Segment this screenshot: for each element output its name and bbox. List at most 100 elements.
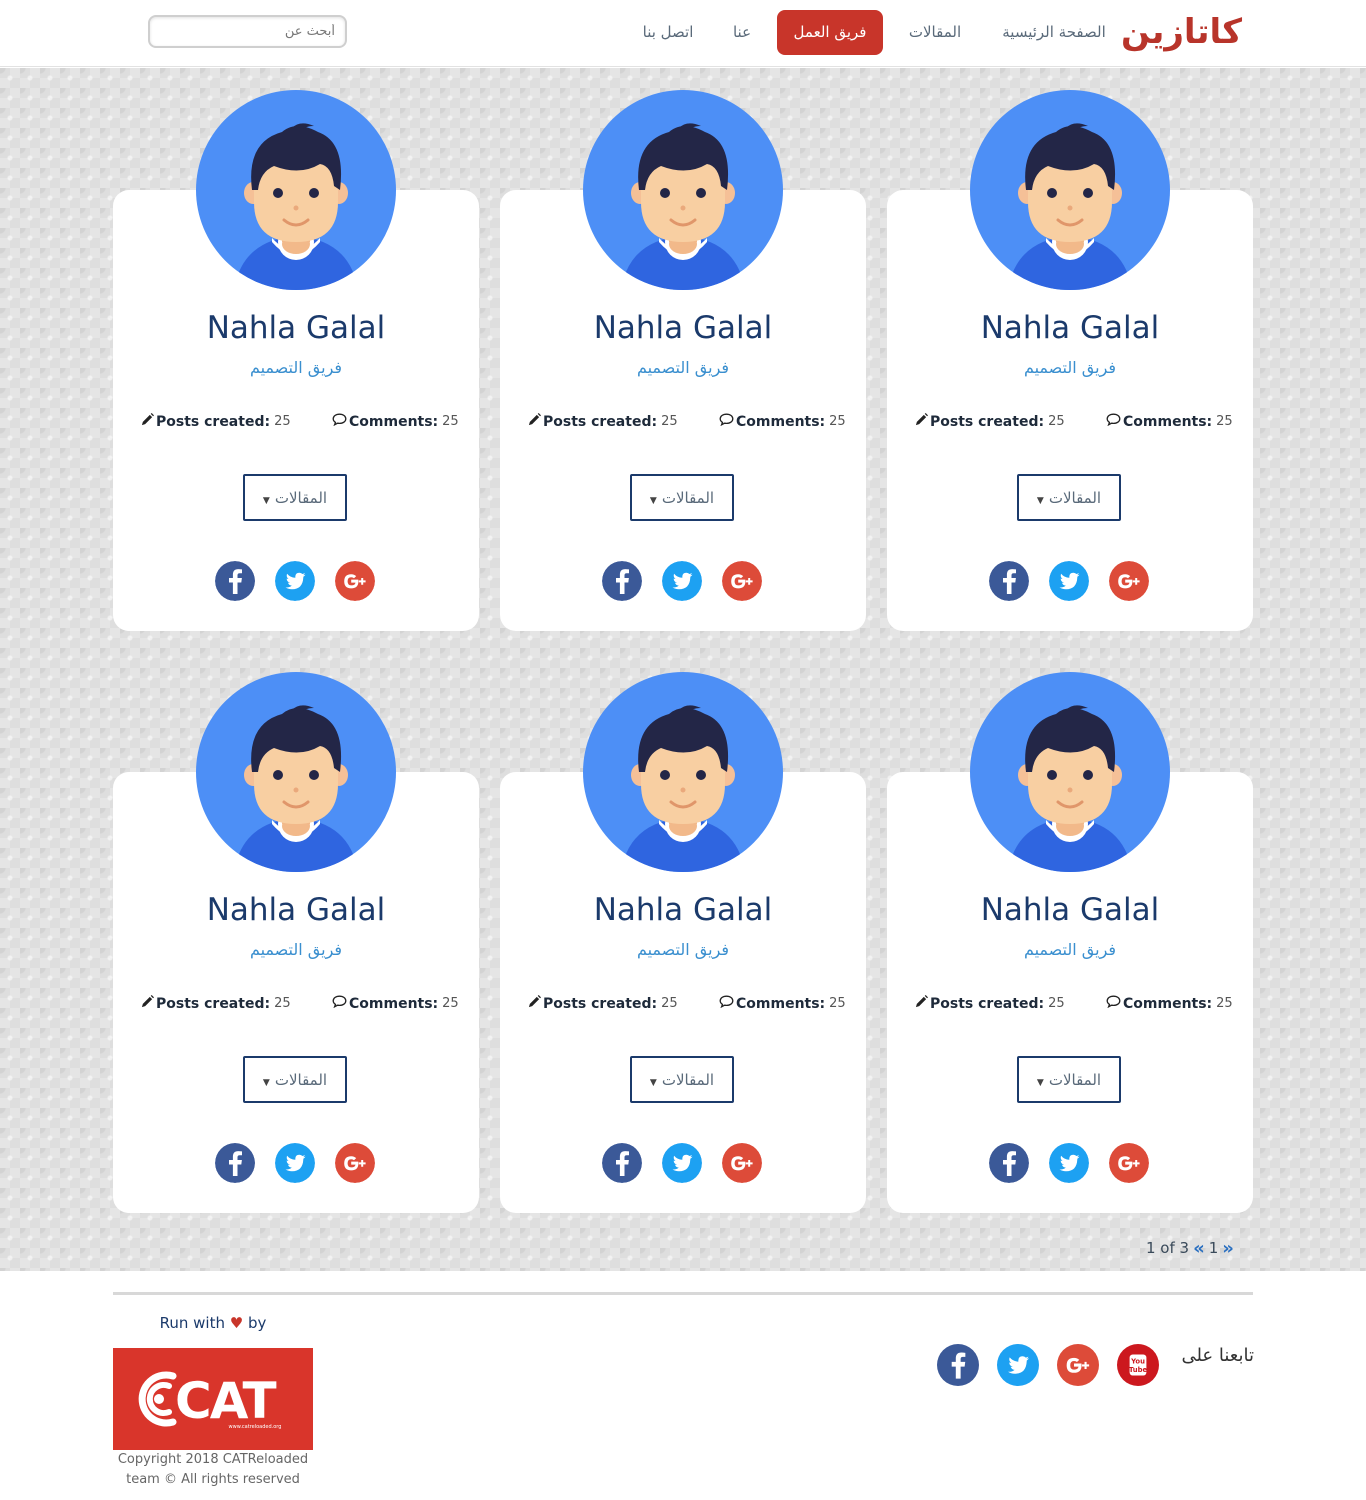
twitter-icon[interactable]: [662, 1143, 702, 1183]
facebook-icon[interactable]: [215, 561, 255, 601]
comments-label: Comments:: [349, 995, 439, 1012]
comments-label: Comments:: [736, 995, 826, 1012]
member-role: فريق التصميم: [1023, 358, 1117, 377]
articles-dropdown-button[interactable]: المقالات ▼: [243, 1056, 347, 1103]
articles-dropdown-button[interactable]: المقالات ▼: [630, 474, 734, 521]
articles-button-label: المقالات: [1048, 1070, 1102, 1089]
search-input[interactable]: [148, 15, 347, 48]
articles-dropdown-button[interactable]: المقالات ▼: [1017, 1056, 1121, 1103]
comments-label: Comments:: [1123, 995, 1213, 1012]
copyright-line-2: team © All rights reserved: [126, 1472, 300, 1487]
comments-label: Comments:: [349, 413, 439, 430]
nav-team[interactable]: فريق العمل: [777, 10, 883, 55]
facebook-icon[interactable]: [602, 1143, 642, 1183]
nav-contact[interactable]: اتصل بنا: [630, 10, 706, 55]
pencil-icon: [528, 995, 541, 1012]
comments-value: 25: [1216, 996, 1233, 1011]
articles-dropdown-button[interactable]: المقالات ▼: [243, 474, 347, 521]
posts-value: 25: [1048, 996, 1065, 1011]
avatar: [583, 672, 783, 872]
posts-stat: Posts created: 25: [141, 995, 291, 1012]
twitter-icon[interactable]: [275, 1143, 315, 1183]
comments-value: 25: [829, 414, 846, 429]
comments-value: 25: [1216, 414, 1233, 429]
member-name: Nahla Galal: [206, 892, 386, 928]
double-chevron-right-icon[interactable]: »: [1222, 1238, 1234, 1259]
posts-label: Posts created:: [543, 413, 658, 430]
google-plus-icon[interactable]: [1109, 1143, 1149, 1183]
posts-value: 25: [1048, 414, 1065, 429]
member-role: فريق التصميم: [249, 940, 343, 959]
articles-dropdown-button[interactable]: المقالات ▼: [630, 1056, 734, 1103]
posts-stat: Posts created: 25: [915, 413, 1065, 430]
top-navbar: كاتازين الصفحة الرئيسية المقالات فريق ال…: [0, 0, 1366, 67]
comments-stat: Comments: 25: [332, 995, 459, 1012]
comments-value: 25: [829, 996, 846, 1011]
facebook-icon[interactable]: [215, 1143, 255, 1183]
posts-stat: Posts created: 25: [528, 995, 678, 1012]
avatar: [970, 672, 1170, 872]
comments-label: Comments:: [1123, 413, 1213, 430]
google-plus-icon[interactable]: [722, 1143, 762, 1183]
comments-stat: Comments: 25: [719, 995, 846, 1012]
cat-reloaded-logo[interactable]: CAT www.catreloaded.org: [113, 1348, 313, 1450]
google-plus-icon[interactable]: [335, 561, 375, 601]
nav-home[interactable]: الصفحة الرئيسية: [994, 10, 1114, 55]
team-member-card: Nahla Galal فريق التصميم Posts created: …: [113, 772, 479, 1213]
youtube-icon[interactable]: [1117, 1344, 1159, 1386]
google-plus-icon[interactable]: [1057, 1344, 1099, 1386]
caret-down-icon: ▼: [262, 1077, 270, 1088]
comment-icon: [719, 413, 734, 430]
heart-icon: ♥: [229, 1314, 244, 1332]
member-name: Nahla Galal: [206, 310, 386, 346]
double-chevron-left-icon[interactable]: «: [1193, 1238, 1205, 1259]
member-social-links: [989, 1143, 1151, 1183]
caret-down-icon: ▼: [262, 495, 270, 506]
copyright: Copyright 2018 CATReloaded team © All ri…: [113, 1450, 313, 1490]
avatar: [196, 90, 396, 290]
twitter-icon[interactable]: [662, 561, 702, 601]
member-name: Nahla Galal: [980, 310, 1160, 346]
google-plus-icon[interactable]: [1109, 561, 1149, 601]
comment-icon: [332, 413, 347, 430]
run-with-prefix: Run with: [159, 1314, 225, 1332]
twitter-icon[interactable]: [997, 1344, 1039, 1386]
run-with-suffix: by: [247, 1314, 267, 1332]
comments-value: 25: [442, 414, 459, 429]
avatar: [196, 672, 396, 872]
google-plus-icon[interactable]: [335, 1143, 375, 1183]
pencil-icon: [915, 413, 928, 430]
team-member-card: Nahla Galal فريق التصميم Posts created: …: [887, 190, 1253, 631]
comments-value: 25: [442, 996, 459, 1011]
cat-logo-url: www.catreloaded.org: [229, 1424, 282, 1430]
articles-button-label: المقالات: [274, 1070, 328, 1089]
articles-button-label: المقالات: [1048, 488, 1102, 507]
google-plus-icon[interactable]: [722, 561, 762, 601]
comments-stat: Comments: 25: [332, 413, 459, 430]
facebook-icon[interactable]: [937, 1344, 979, 1386]
pagination-current[interactable]: 1: [1209, 1239, 1219, 1257]
facebook-icon[interactable]: [989, 1143, 1029, 1183]
twitter-icon[interactable]: [1049, 561, 1089, 601]
articles-dropdown-button[interactable]: المقالات ▼: [1017, 474, 1121, 521]
twitter-icon[interactable]: [275, 561, 315, 601]
posts-label: Posts created:: [543, 995, 658, 1012]
comment-icon: [332, 995, 347, 1012]
team-member-card: Nahla Galal فريق التصميم Posts created: …: [500, 772, 866, 1213]
posts-stat: Posts created: 25: [915, 995, 1065, 1012]
twitter-icon[interactable]: [1049, 1143, 1089, 1183]
comments-label: Comments:: [736, 413, 826, 430]
posts-value: 25: [661, 996, 678, 1011]
footer-divider: [113, 1292, 1253, 1295]
facebook-icon[interactable]: [989, 561, 1029, 601]
posts-value: 25: [274, 996, 291, 1011]
run-with-credit: Run with ♥ by: [113, 1314, 313, 1332]
posts-value: 25: [274, 414, 291, 429]
caret-down-icon: ▼: [1036, 1077, 1044, 1088]
facebook-icon[interactable]: [602, 561, 642, 601]
nav-about[interactable]: عنا: [722, 10, 762, 55]
caret-down-icon: ▼: [649, 495, 657, 506]
member-social-links: [215, 1143, 377, 1183]
nav-articles[interactable]: المقالات: [898, 10, 972, 55]
site-logo[interactable]: كاتازين: [1121, 8, 1243, 56]
